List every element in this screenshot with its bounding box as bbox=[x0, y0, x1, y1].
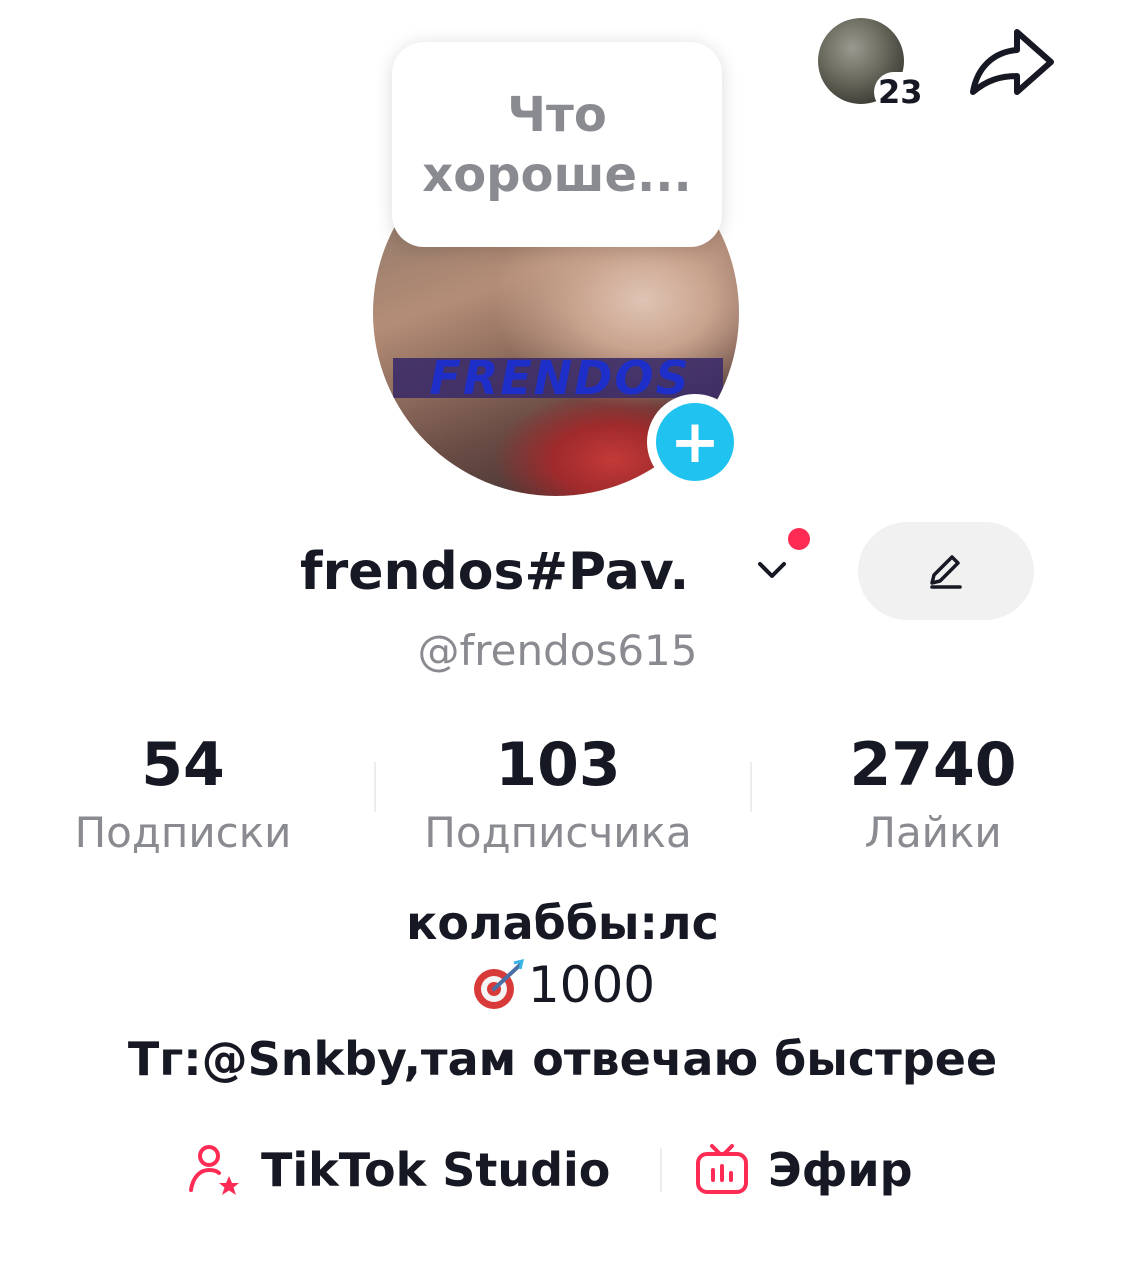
note-text: Что хороше... bbox=[422, 86, 692, 203]
edit-profile-button[interactable] bbox=[858, 522, 1034, 620]
avatar-logo-text: FRENDOS bbox=[429, 351, 691, 405]
plus-icon: + bbox=[656, 403, 734, 481]
followers-count: 103 bbox=[495, 730, 621, 800]
tv-live-icon bbox=[696, 1144, 748, 1194]
likes-label: Лайки bbox=[864, 808, 1002, 857]
stat-divider bbox=[374, 762, 376, 812]
links-divider bbox=[660, 1148, 662, 1192]
stat-divider bbox=[750, 762, 752, 812]
following-count: 54 bbox=[141, 730, 225, 800]
username-row: @frendos615 bbox=[0, 625, 1125, 677]
share-arrow-icon bbox=[970, 29, 1054, 95]
tiktok-studio-link[interactable]: TikTok Studio bbox=[183, 1138, 610, 1202]
visitors-count-badge: 23 bbox=[874, 72, 927, 112]
followers-label: Подписчика bbox=[424, 808, 692, 857]
person-star-icon bbox=[189, 1145, 239, 1195]
bio-goal-text: 1000 bbox=[527, 956, 656, 1014]
share-button[interactable] bbox=[965, 22, 1057, 104]
note-bubble[interactable]: Что хороше... bbox=[392, 42, 722, 247]
bio-line-1: колаббы:лс bbox=[406, 896, 719, 950]
profile-visitors-button[interactable]: 23 bbox=[818, 18, 927, 112]
tiktok-studio-label: TikTok Studio bbox=[261, 1143, 611, 1197]
stat-followers[interactable]: 103 Подписчика bbox=[393, 730, 723, 860]
stat-likes[interactable]: 2740 Лайки bbox=[768, 730, 1098, 860]
target-arrow-icon bbox=[473, 958, 524, 1009]
likes-count: 2740 bbox=[849, 730, 1017, 800]
chevron-down-icon[interactable] bbox=[752, 550, 792, 590]
stat-following[interactable]: 54 Подписки bbox=[18, 730, 348, 860]
live-link[interactable]: Эфир bbox=[692, 1138, 913, 1202]
add-story-button[interactable]: + bbox=[647, 394, 743, 490]
live-label: Эфир bbox=[768, 1143, 913, 1197]
bio-line-2: 1000 bbox=[0, 954, 1125, 1028]
notification-dot bbox=[788, 528, 810, 550]
display-name[interactable]: frendos#Pav. bbox=[300, 540, 689, 604]
bio[interactable]: колаббы:лс 1000 Tг:@Snkby,там отвечаю бы… bbox=[0, 892, 1125, 1090]
pencil-icon bbox=[930, 555, 962, 589]
following-label: Подписки bbox=[74, 808, 292, 857]
bio-line-3: Tг:@Snkby,там отвечаю быстрее bbox=[127, 1032, 998, 1086]
username[interactable]: @frendos615 bbox=[418, 625, 698, 677]
